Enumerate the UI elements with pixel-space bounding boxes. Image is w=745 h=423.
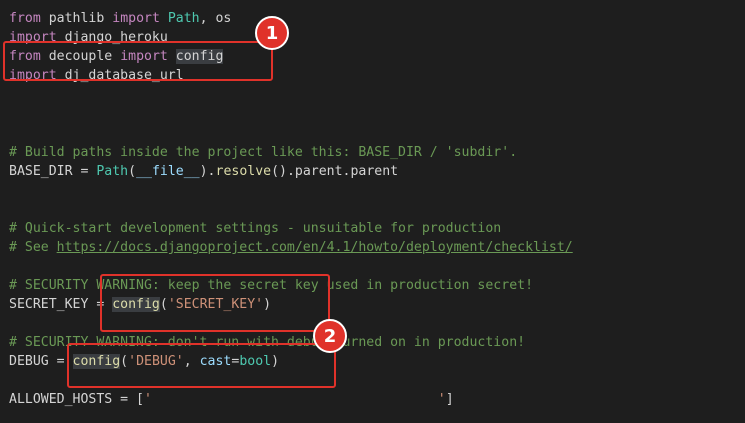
code-text: .parent.parent bbox=[286, 164, 399, 179]
operator: = bbox=[112, 392, 137, 407]
code-line-1: from pathlib import Path, os bbox=[9, 9, 231, 28]
highlight-box-1 bbox=[3, 41, 273, 81]
function-call: resolve bbox=[215, 164, 272, 179]
comment-prefix: # See bbox=[9, 240, 57, 255]
punctuation: [ bbox=[136, 392, 144, 407]
module-name: pathlib bbox=[48, 11, 105, 26]
punctuation: () bbox=[271, 164, 287, 179]
dunder-variable: __file__ bbox=[136, 164, 200, 179]
code-text: , os bbox=[199, 11, 232, 26]
highlight-box-2 bbox=[100, 274, 330, 332]
step-badge-2: 2 bbox=[313, 319, 347, 353]
docs-link[interactable]: https://docs.djangoproject.com/en/4.1/ho… bbox=[57, 240, 573, 255]
comment-line: # See https://docs.djangoproject.com/en/… bbox=[9, 238, 573, 257]
keyword: from bbox=[9, 11, 41, 26]
keyword: import bbox=[112, 11, 160, 26]
step-badge-1: 1 bbox=[255, 16, 289, 50]
variable: SECRET_KEY bbox=[9, 297, 89, 312]
comment-line: # Build paths inside the project like th… bbox=[9, 145, 518, 160]
class-name: Path bbox=[96, 164, 129, 179]
variable: DEBUG bbox=[9, 354, 49, 369]
redacted-string: ' ' bbox=[144, 392, 446, 407]
operator: = bbox=[72, 164, 97, 179]
code-line-base-dir: BASE_DIR = Path(__file__).resolve().pare… bbox=[9, 162, 398, 181]
variable: BASE_DIR bbox=[9, 164, 73, 179]
highlight-box-3 bbox=[67, 343, 336, 388]
punctuation: ] bbox=[445, 392, 454, 407]
comment-line: # Quick-start development settings - uns… bbox=[9, 221, 502, 236]
punctuation: ). bbox=[199, 164, 216, 179]
code-line-allowed-hosts: ALLOWED_HOSTS = [' '] bbox=[9, 390, 454, 409]
variable: ALLOWED_HOSTS bbox=[9, 392, 113, 407]
punctuation: ( bbox=[128, 164, 137, 179]
class-name: Path bbox=[167, 11, 200, 26]
code-editor[interactable]: from pathlib import Path, os import djan… bbox=[0, 0, 745, 423]
